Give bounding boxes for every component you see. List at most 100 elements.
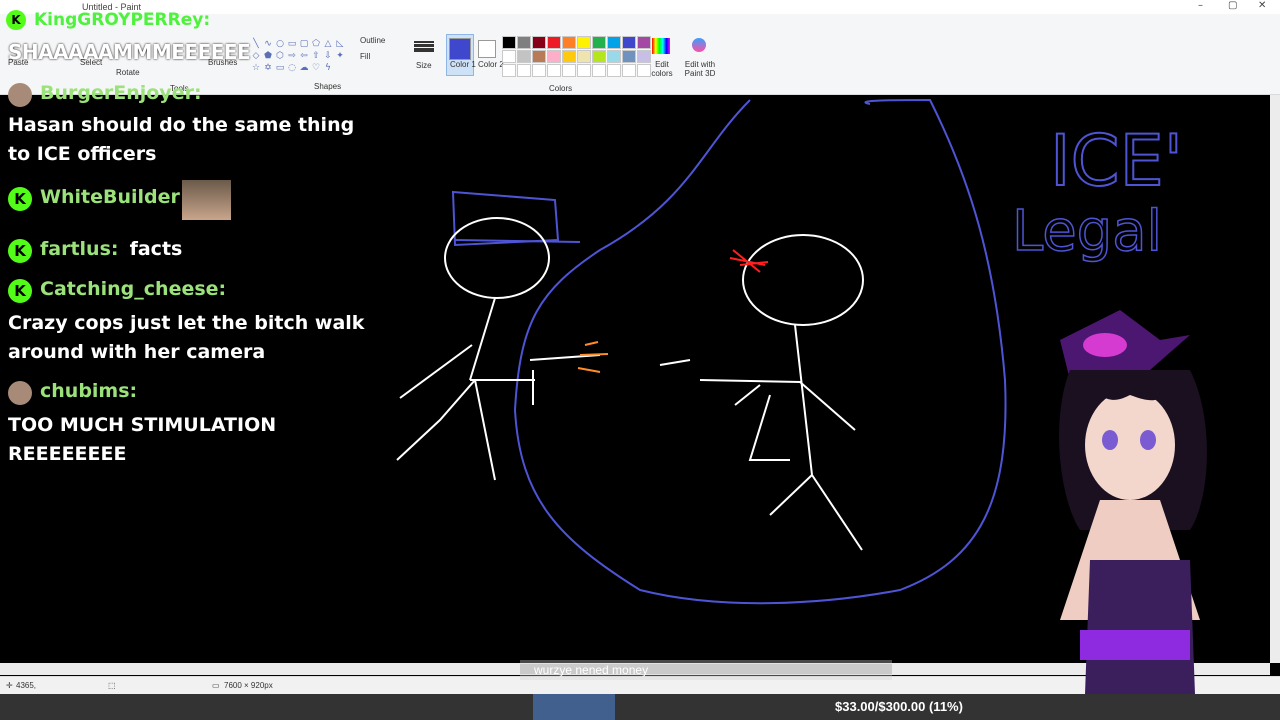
line-shape-icon[interactable]: ╲: [250, 38, 262, 50]
heart-shape-icon[interactable]: ♡: [310, 62, 322, 74]
palette-swatch[interactable]: [622, 50, 636, 63]
palette-swatch[interactable]: [547, 36, 561, 49]
kick-badge-icon: K: [8, 238, 32, 263]
palette-swatch[interactable]: [607, 50, 621, 63]
callout-rect-icon[interactable]: ▭: [274, 62, 286, 74]
down-arrow-shape-icon[interactable]: ⇩: [322, 50, 334, 62]
outline-button[interactable]: Outline: [360, 36, 385, 45]
avatar-dress: [1085, 560, 1195, 694]
maximize-icon[interactable]: ▢: [1228, 0, 1237, 11]
chat-text: REEEEEEEE: [8, 443, 127, 465]
palette-swatch[interactable]: [517, 64, 531, 77]
palette-swatch[interactable]: [517, 50, 531, 63]
palette-swatch[interactable]: [592, 36, 606, 49]
left-arrow-shape-icon[interactable]: ⇦: [298, 50, 310, 62]
chat-text: TOO MUCH STIMULATION: [8, 414, 277, 436]
palette-swatch[interactable]: [517, 36, 531, 49]
close-icon[interactable]: ✕: [1258, 0, 1266, 11]
cursor-icon: ✛: [6, 681, 13, 690]
chat-text: Hasan should do the same thing: [8, 114, 355, 136]
diamond-shape-icon[interactable]: ◇: [250, 50, 262, 62]
right-triangle-shape-icon[interactable]: ◺: [334, 38, 346, 50]
six-point-star-icon[interactable]: ✡: [262, 62, 274, 74]
goal-progress-text: $33.00/$300.00 (11%): [835, 699, 963, 714]
chat-username: chubims:: [40, 380, 138, 402]
color1-label: Color 1: [450, 60, 476, 69]
shapes-gallery[interactable]: ╲ ∿ ○ ▭ ▢ ⬠ △ ◺ ◇ ⬟ ⬡ ⇨ ⇦ ⇧ ⇩ ✦ ☆ ✡ ▭ ◌ …: [250, 38, 346, 86]
hat-brim: [454, 239, 581, 243]
rotate-button[interactable]: Rotate: [116, 68, 140, 77]
right-figure-body: [659, 324, 863, 551]
vertical-scrollbar[interactable]: [1270, 95, 1280, 663]
palette-swatch[interactable]: [607, 64, 621, 77]
cloud-callout-icon[interactable]: ☁: [298, 62, 310, 74]
chat-message: K Catching_cheese:: [8, 278, 226, 303]
polygon-shape-icon[interactable]: ⬠: [310, 38, 322, 50]
curve-shape-icon[interactable]: ∿: [262, 38, 274, 50]
size-button[interactable]: Size: [416, 61, 432, 70]
right-figure-head: [742, 234, 864, 326]
palette-swatch[interactable]: [532, 50, 546, 63]
callout-oval-icon[interactable]: ◌: [286, 62, 298, 74]
chat-emote: [182, 180, 231, 220]
chat-username: BurgerEnjoyer:: [40, 82, 202, 104]
palette-swatch[interactable]: [547, 50, 561, 63]
lightning-shape-icon[interactable]: ϟ: [322, 62, 334, 74]
chat-text: Crazy cops just let the bitch walk: [8, 312, 365, 334]
palette-swatch[interactable]: [577, 36, 591, 49]
palette-swatch[interactable]: [622, 64, 636, 77]
palette-swatch[interactable]: [532, 64, 546, 77]
right-arrow-shape-icon[interactable]: ⇨: [286, 50, 298, 62]
palette-swatch[interactable]: [577, 64, 591, 77]
palette-swatch[interactable]: [562, 64, 576, 77]
chat-username: fartlus:: [40, 238, 119, 260]
wound-mark: [729, 249, 769, 273]
size-icon[interactable]: [414, 40, 434, 54]
fill-button[interactable]: Fill: [360, 52, 370, 61]
chat-text: facts: [129, 238, 183, 260]
rounded-rect-shape-icon[interactable]: ▢: [298, 38, 310, 50]
palette-swatch[interactable]: [502, 64, 516, 77]
color2-label: Color 2: [478, 60, 504, 69]
up-arrow-shape-icon[interactable]: ⇧: [310, 50, 322, 62]
oval-shape-icon[interactable]: ○: [274, 38, 286, 50]
palette-swatch[interactable]: [502, 50, 516, 63]
palette-swatch[interactable]: [562, 50, 576, 63]
color-palette[interactable]: [502, 36, 652, 78]
annotation-ice: ICE': [1050, 120, 1183, 202]
chat-top-text: SHAAAAAMMMEEEEEE: [8, 40, 251, 64]
palette-swatch[interactable]: [547, 64, 561, 77]
paint3d-icon[interactable]: [692, 38, 706, 52]
color1-swatch[interactable]: [449, 38, 471, 60]
palette-swatch[interactable]: [622, 36, 636, 49]
edit-with-paint3d-button[interactable]: Edit with Paint 3D: [684, 60, 716, 78]
canvas-size: 7600 × 920px: [224, 681, 273, 690]
palette-swatch[interactable]: [637, 36, 651, 49]
palette-swatch[interactable]: [577, 50, 591, 63]
palette-swatch[interactable]: [637, 64, 651, 77]
chat-username: Catching_cheese:: [40, 278, 227, 300]
palette-swatch[interactable]: [562, 36, 576, 49]
donation-goal-bar: $33.00/$300.00 (11%): [0, 694, 1280, 720]
hexagon-shape-icon[interactable]: ⬡: [274, 50, 286, 62]
rectangle-shape-icon[interactable]: ▭: [286, 38, 298, 50]
chat-top-username: KingGROYPERRey:: [34, 10, 211, 30]
minimize-icon[interactable]: –: [1198, 0, 1203, 11]
user-avatar: [8, 82, 32, 107]
palette-swatch[interactable]: [607, 36, 621, 49]
palette-swatch[interactable]: [592, 64, 606, 77]
chat-top-message: K KingGROYPERRey:: [6, 10, 210, 30]
color2-swatch[interactable]: [478, 40, 496, 58]
palette-swatch[interactable]: [502, 36, 516, 49]
goal-label: wurzye nened money: [534, 663, 649, 677]
edit-colors-icon[interactable]: [652, 38, 670, 54]
palette-swatch[interactable]: [592, 50, 606, 63]
palette-swatch[interactable]: [532, 36, 546, 49]
five-point-star-icon[interactable]: ☆: [250, 62, 262, 74]
triangle-shape-icon[interactable]: △: [322, 38, 334, 50]
edit-colors-button[interactable]: Edit colors: [650, 60, 674, 78]
four-point-star-icon[interactable]: ✦: [334, 50, 346, 62]
palette-swatch[interactable]: [637, 50, 651, 63]
chat-message: chubims:: [8, 380, 137, 405]
pentagon-shape-icon[interactable]: ⬟: [262, 50, 274, 62]
